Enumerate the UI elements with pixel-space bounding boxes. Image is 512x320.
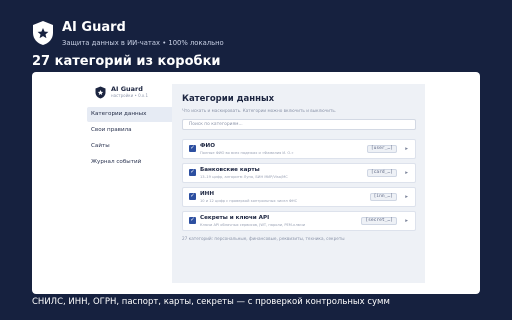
search-input[interactable]: Поиск по категориям... [182, 119, 416, 130]
headline: 27 категорий из коробки [32, 54, 221, 69]
sidebar-brand-subtitle: настройки • 0.x.1 [111, 93, 149, 98]
check-icon[interactable]: ✓ [189, 169, 196, 176]
page-title: Категории данных [182, 94, 275, 104]
app-window: AI Guard настройки • 0.x.1 Категории дан… [32, 72, 480, 294]
brand-title: AI Guard [62, 20, 126, 35]
categories-summary: 27 категорий: персональные, финансовые, … [182, 236, 345, 241]
check-icon[interactable]: ✓ [189, 217, 196, 224]
check-icon[interactable]: ✓ [189, 193, 196, 200]
category-description: 13–19 цифр, алгоритм Луна, БИН МИР/Visa/… [200, 175, 288, 179]
category-tag: [inn_…] [369, 193, 397, 201]
caption: СНИЛС, ИНН, ОГРН, паспорт, карты, секрет… [32, 297, 390, 307]
main-panel: Категории данных Что искать и маскироват… [172, 84, 425, 283]
brand-subtitle: Защита данных в ИИ-чатах • 100% локально [62, 39, 224, 47]
chevron-right-icon[interactable]: ▸ [405, 145, 408, 153]
shield-star-icon [95, 86, 106, 98]
brand-block: AI Guard Защита данных в ИИ-чатах • 100%… [62, 20, 224, 48]
category-tag: [card_…] [366, 169, 397, 177]
check-icon[interactable]: ✓ [189, 145, 196, 152]
header: AI Guard Защита данных в ИИ-чатах • 100%… [32, 20, 224, 50]
category-row[interactable]: ✓ Секреты и ключи API Ключи API облачных… [182, 211, 416, 231]
chevron-right-icon[interactable]: ▸ [405, 169, 408, 177]
category-row[interactable]: ✓ ФИО Полные ФИО во всех падежах и «Фами… [182, 139, 416, 159]
category-description: Полные ФИО во всех падежах и «Фамилия И.… [200, 151, 294, 155]
sidebar-brand-title: AI Guard [111, 85, 143, 93]
chevron-right-icon[interactable]: ▸ [405, 217, 408, 225]
chevron-right-icon[interactable]: ▸ [405, 193, 408, 201]
category-row[interactable]: ✓ ИНН 10 и 12 цифр с проверкой контрольн… [182, 187, 416, 207]
shield-star-icon [33, 21, 53, 45]
category-description: Ключи API облачных сервисов, JWT, пароли… [200, 223, 306, 227]
page-description: Что искать и маскировать. Категории можн… [182, 108, 337, 113]
category-tag: [user_…] [366, 145, 397, 153]
category-tag: [secret_…] [361, 217, 397, 225]
category-description: 10 и 12 цифр с проверкой контрольных чис… [200, 199, 298, 203]
category-list: ✓ ФИО Полные ФИО во всех падежах и «Фами… [182, 139, 416, 231]
category-row[interactable]: ✓ Банковские карты 13–19 цифр, алгоритм … [182, 163, 416, 183]
